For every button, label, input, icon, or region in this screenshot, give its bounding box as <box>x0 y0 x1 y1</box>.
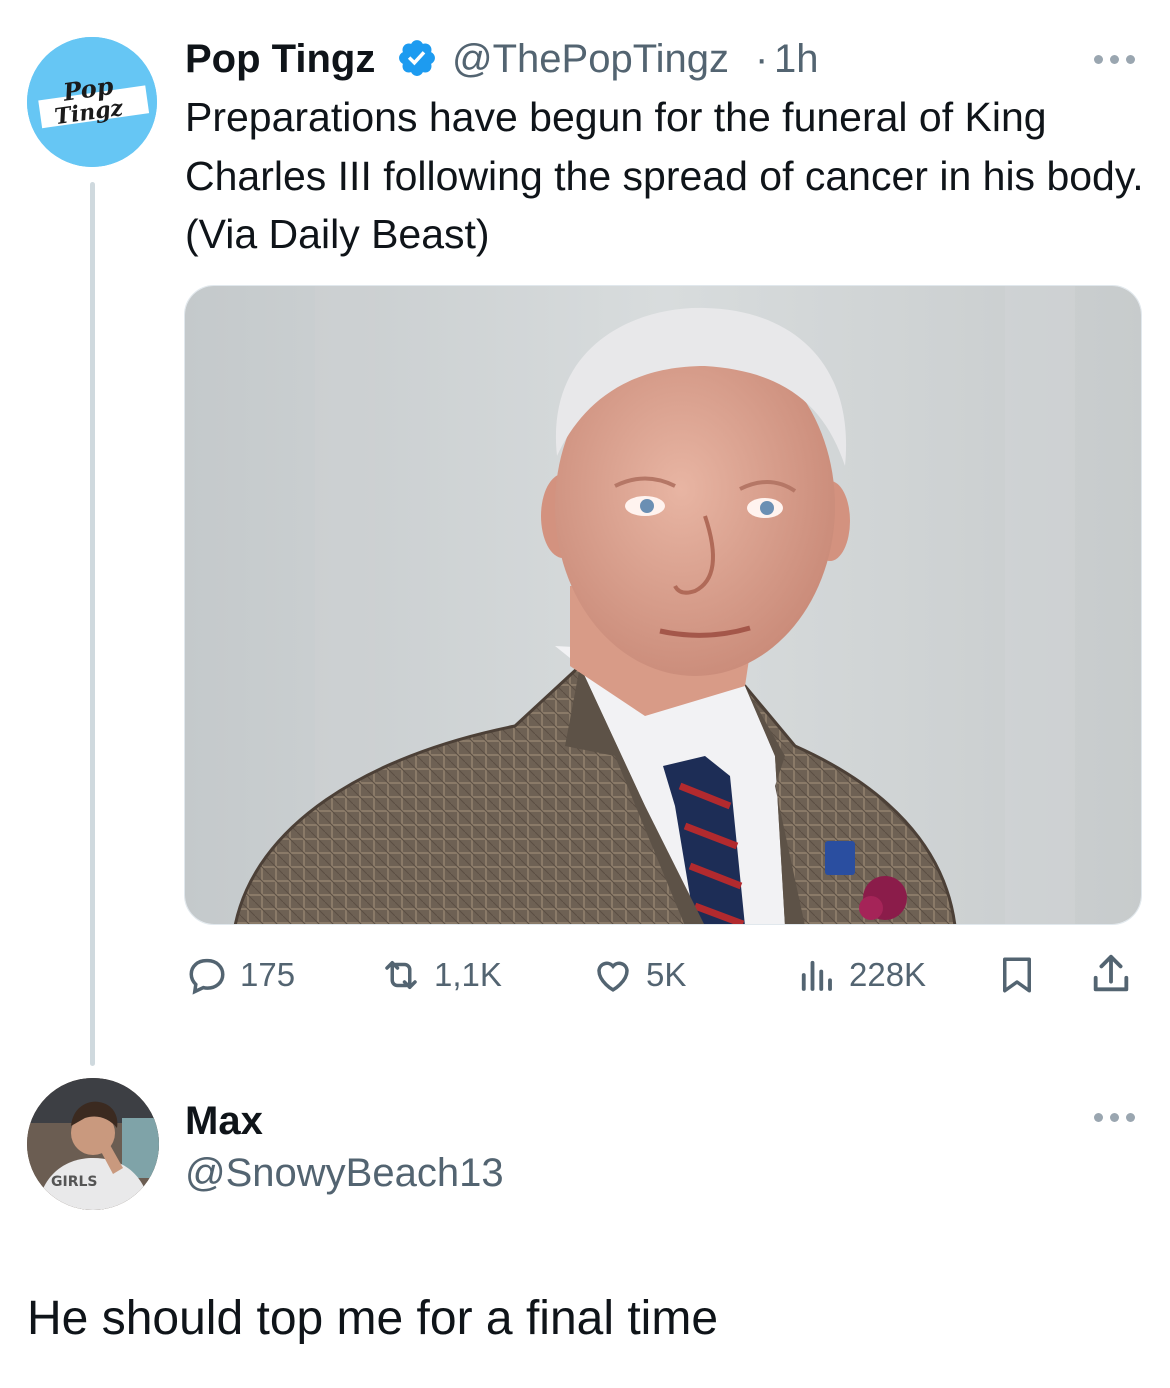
tweet-photo[interactable] <box>184 285 1142 925</box>
reply-more-options-button[interactable] <box>1090 1102 1138 1132</box>
bookmark-icon <box>1003 957 1031 993</box>
dot-separator: · <box>755 37 769 81</box>
share-button[interactable] <box>1088 951 1134 997</box>
pop-tingz-logo: Pop Tingz <box>27 37 157 167</box>
reply-author-name[interactable]: Max <box>185 1092 263 1150</box>
photo-of-man-in-tweed-jacket <box>185 286 1141 924</box>
views-chart-icon <box>801 960 832 991</box>
tweet-time[interactable]: 1h <box>774 30 819 88</box>
author-name[interactable]: Pop Tingz <box>185 30 375 88</box>
like-button[interactable]: 5K <box>592 945 686 1005</box>
retweet-count: 1,1K <box>434 956 502 993</box>
reply-author-handle[interactable]: @SnowyBeach13 <box>185 1144 504 1202</box>
reply-icon <box>189 958 225 995</box>
more-options-button[interactable] <box>1090 44 1138 74</box>
reply-text: He should top me for a final time <box>27 1292 719 1345</box>
retweet-icon <box>385 961 417 989</box>
like-count: 5K <box>646 956 687 993</box>
bookmark-button[interactable] <box>996 953 1038 997</box>
reply-count: 175 <box>240 956 296 993</box>
max-profile-photo: GIRLS <box>27 1078 159 1210</box>
thread-line <box>90 182 95 1066</box>
more-icon <box>1090 1102 1138 1132</box>
share-icon <box>1093 954 1129 992</box>
tweet-text: Preparations have begun for the funeral … <box>185 94 1144 257</box>
verified-badge-icon <box>396 37 438 79</box>
views-button[interactable]: 228K <box>795 945 926 1005</box>
more-icon <box>1090 44 1138 74</box>
author-handle[interactable]: @ThePopTingz <box>452 30 729 88</box>
heart-icon <box>597 961 629 992</box>
max-avatar[interactable]: GIRLS <box>27 1078 159 1210</box>
pop-tingz-avatar[interactable]: Pop Tingz <box>27 37 157 167</box>
retweet-button[interactable]: 1,1K <box>380 945 502 1005</box>
svg-text:GIRLS: GIRLS <box>51 1174 97 1190</box>
reply-button[interactable]: 175 <box>186 945 295 1005</box>
view-count: 228K <box>849 956 927 993</box>
